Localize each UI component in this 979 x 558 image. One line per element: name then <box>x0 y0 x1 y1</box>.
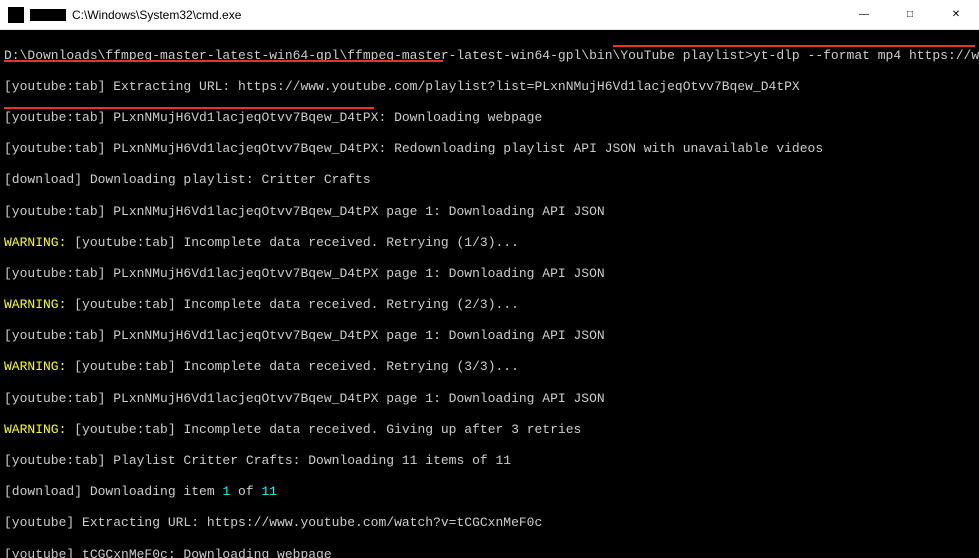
window-controls: — □ ✕ <box>841 0 979 29</box>
output-line: [youtube:tab] PLxnNMujH6Vd1lacjeqOtvv7Bq… <box>4 204 975 220</box>
warning-tag: WARNING: <box>4 297 66 312</box>
dl-prefix: [download] Downloading item <box>4 484 222 499</box>
red-underline-2 <box>4 60 443 62</box>
warning-tag: WARNING: <box>4 359 66 374</box>
warning-msg: [youtube:tab] Incomplete data received. … <box>66 422 581 437</box>
output-line: WARNING: [youtube:tab] Incomplete data r… <box>4 297 975 313</box>
minimize-button[interactable]: — <box>841 0 887 29</box>
output-line: [youtube:tab] PLxnNMujH6Vd1lacjeqOtvv7Bq… <box>4 391 975 407</box>
red-underline-3 <box>4 107 374 109</box>
warning-msg: [youtube:tab] Incomplete data received. … <box>66 297 518 312</box>
item-total: 11 <box>261 484 277 499</box>
output-line: [youtube:tab] PLxnNMujH6Vd1lacjeqOtvv7Bq… <box>4 328 975 344</box>
output-line: WARNING: [youtube:tab] Incomplete data r… <box>4 359 975 375</box>
warning-tag: WARNING: <box>4 235 66 250</box>
cmd-icon <box>8 7 24 23</box>
output-line: [download] Downloading playlist: Critter… <box>4 172 975 188</box>
output-line: [youtube:tab] PLxnNMujH6Vd1lacjeqOtvv7Bq… <box>4 266 975 282</box>
command: yt-dlp --format mp4 https://www.youtube.… <box>753 48 979 63</box>
close-button[interactable]: ✕ <box>933 0 979 29</box>
window-titlebar: C:\Windows\System32\cmd.exe — □ ✕ <box>0 0 979 30</box>
warning-tag: WARNING: <box>4 422 66 437</box>
output-line: [youtube:tab] PLxnNMujH6Vd1lacjeqOtvv7Bq… <box>4 110 975 126</box>
redacted-title-part <box>30 9 66 21</box>
warning-msg: [youtube:tab] Incomplete data received. … <box>66 235 518 250</box>
output-line: WARNING: [youtube:tab] Incomplete data r… <box>4 235 975 251</box>
maximize-button[interactable]: □ <box>887 0 933 29</box>
output-line: [youtube] tCGCxnMeF0c: Downloading webpa… <box>4 547 975 558</box>
terminal-output[interactable]: D:\Downloads\ffmpeg-master-latest-win64-… <box>0 30 979 558</box>
warning-msg: [youtube:tab] Incomplete data received. … <box>66 359 518 374</box>
of: of <box>230 484 261 499</box>
output-line: [download] Downloading item 1 of 11 <box>4 484 975 500</box>
window-title: C:\Windows\System32\cmd.exe <box>72 8 841 22</box>
output-line: [youtube:tab] Extracting URL: https://ww… <box>4 79 975 95</box>
output-line: WARNING: [youtube:tab] Incomplete data r… <box>4 422 975 438</box>
output-line: [youtube:tab] PLxnNMujH6Vd1lacjeqOtvv7Bq… <box>4 141 975 157</box>
red-underline-1 <box>613 45 975 47</box>
output-line: [youtube:tab] Playlist Critter Crafts: D… <box>4 453 975 469</box>
output-line: [youtube] Extracting URL: https://www.yo… <box>4 515 975 531</box>
